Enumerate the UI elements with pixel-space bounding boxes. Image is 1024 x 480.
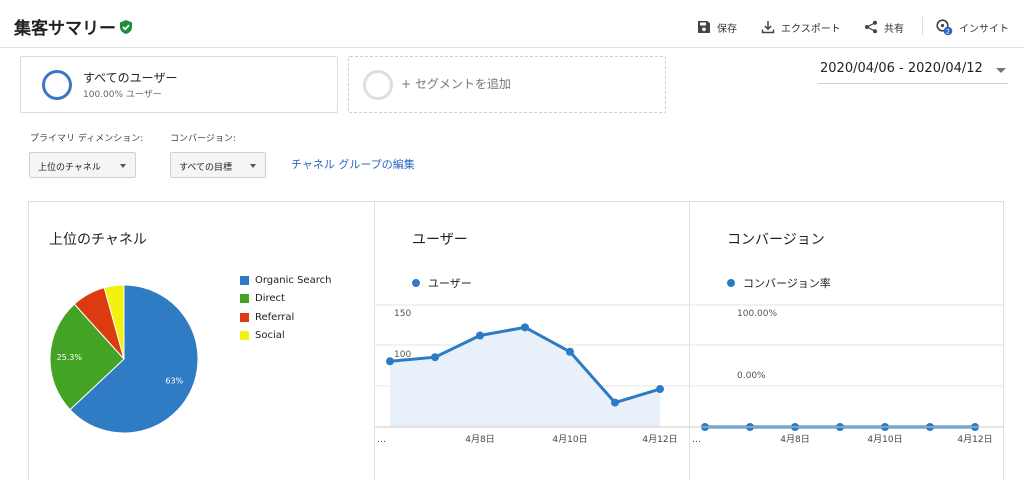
legend-swatch [240,330,249,340]
data-point[interactable] [611,398,619,407]
export-label: エクスポート [781,23,841,35]
legend-swatch [240,312,249,322]
x-tick-label: 4月10日 [867,434,902,445]
segment-title: すべてのユーザー [83,71,178,85]
x-tick-label: 4月12日 [642,434,677,445]
legend-label: Referral [255,311,295,323]
x-tick-label: … [377,435,386,445]
series-dot [727,279,735,287]
insights-icon: 2 [936,19,953,35]
segment-subtitle: 100.00% ユーザー [83,90,162,100]
insights-label: インサイト [959,23,1009,35]
x-tick-label: 4月10日 [552,434,587,445]
add-segment-label: + セグメントを追加 [401,77,511,91]
data-point[interactable] [386,357,394,366]
primary-dimension-dropdown[interactable]: 上位のチャネル [29,152,136,178]
save-button[interactable]: 保存 [697,17,737,37]
pie-chart-title: 上位のチャネル [49,232,147,248]
edit-channel-group-link[interactable]: チャネル グループの編集 [291,156,415,172]
report-header: 集客サマリー 保存 エクスポート 共有 2 インサイト [0,0,1024,48]
shield-check-icon [120,20,132,34]
header-divider [922,17,923,35]
share-icon [865,20,877,34]
insights-button[interactable]: 2 インサイト [935,17,1009,37]
download-icon [761,21,775,34]
area-fill [390,327,660,427]
chart-panels: 上位のチャネル 63% 25.3% Organic Search Direct R… [28,201,1004,480]
legend-label: Direct [255,292,285,304]
share-button[interactable]: 共有 [864,17,904,37]
y-tick-label: 0.00% [737,371,766,381]
legend-label: Social [255,329,285,341]
caret-down-icon [996,68,1006,73]
data-point[interactable] [431,353,439,362]
primary-dimension-label: プライマリ ディメンション: [30,134,144,144]
segment-all-users[interactable]: すべてのユーザー 100.00% ユーザー [20,56,338,113]
date-range-selector[interactable]: 2020/04/06 - 2020/04/12 [818,58,1008,84]
legend-swatch [240,293,249,303]
data-point[interactable] [566,347,574,356]
pie-slice-label: 63% [165,377,183,386]
y-tick-label: 100.00% [737,309,777,319]
legend-swatch [240,275,249,285]
conversion-series-legend[interactable]: コンバージョン率 [727,275,831,291]
legend-item-social[interactable]: Social [240,328,285,342]
legend-label: Organic Search [255,274,332,286]
save-label: 保存 [717,23,737,35]
data-point[interactable] [521,323,529,332]
series-label: ユーザー [428,277,472,290]
page-title: 集客サマリー [14,19,116,39]
data-point[interactable] [476,331,484,340]
save-icon [698,21,710,33]
series-label: コンバージョン率 [743,277,831,290]
y-tick-label: 150 [394,309,411,319]
empty-segment-ring-icon [363,70,393,100]
add-segment-button[interactable]: + セグメントを追加 [348,56,666,113]
legend-item-organic-search[interactable]: Organic Search [240,273,331,287]
x-tick-label: 4月8日 [465,434,494,445]
segment-ring-icon [42,70,72,100]
x-tick-label: … [692,435,701,445]
conversion-dropdown[interactable]: すべての目標 [170,152,266,178]
series-dot [412,279,420,287]
users-series-legend[interactable]: ユーザー [412,275,472,291]
date-range-text: 2020/04/06 - 2020/04/12 [820,61,983,76]
insights-badge: 2 [946,27,950,35]
conversion-label: コンバージョン: [170,134,236,144]
legend-item-direct[interactable]: Direct [240,291,285,305]
primary-dimension-value: 上位のチャネル [38,163,101,173]
share-label: 共有 [884,23,904,35]
users-line-chart[interactable]: 15010050…4月8日4月10日4月12日 [375,299,689,449]
x-tick-label: 4月8日 [780,434,809,445]
channel-pie-chart[interactable]: 63% 25.3% [29,272,229,442]
conversion-value: すべての目標 [179,163,233,173]
legend-item-referral[interactable]: Referral [240,310,294,324]
users-chart-title: ユーザー [412,232,468,248]
caret-down-icon [250,164,256,168]
data-point[interactable] [656,385,664,394]
conversion-chart-title: コンバージョン [727,232,825,248]
x-tick-label: 4月12日 [957,434,992,445]
export-button[interactable]: エクスポート [761,17,841,37]
caret-down-icon [120,164,126,168]
conversion-line-chart[interactable]: 100.00% 0.00% … 4月8日 4月10日 4月12日 [690,299,1004,449]
pie-slice-label: 25.3% [57,353,83,362]
